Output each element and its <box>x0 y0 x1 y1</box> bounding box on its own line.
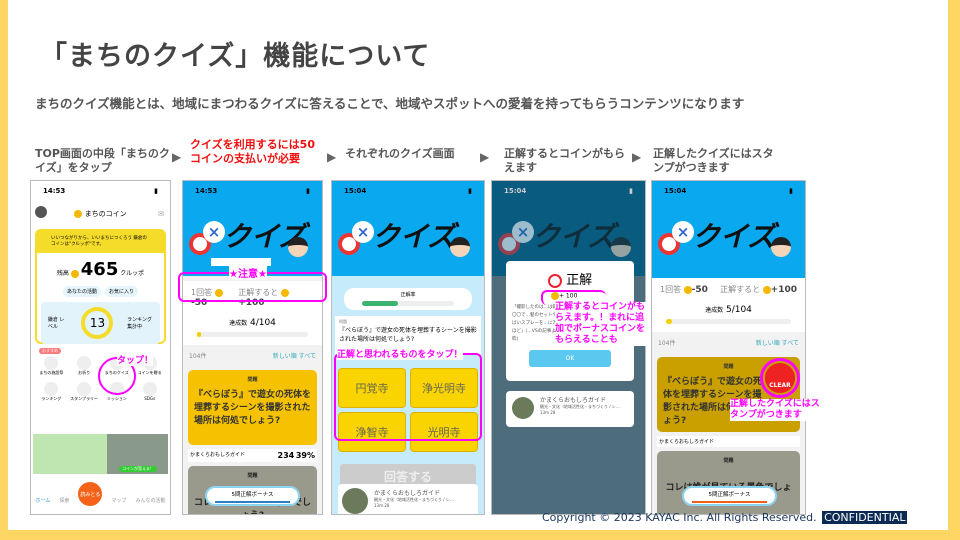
rate-card: 正解率 <box>344 288 472 310</box>
step-2-label: クイズを利用するには50コインの支払いが必要 <box>190 138 315 165</box>
banner: いいつながりから、いいまちにつくろう 鎌倉のコインは"クルッポ"です。 <box>37 231 164 253</box>
quiz-source: かまくらおもしろガイド <box>657 436 800 447</box>
battery-icon: ▮ <box>789 187 793 195</box>
guide-card[interactable]: かまくらおもしろガイド 観光・文化（地域活性化・まちづくり / レ… 13m 28 <box>506 391 634 427</box>
menu-item[interactable]: SDGs <box>133 382 166 402</box>
nav-scan[interactable]: 読みとる <box>78 482 103 506</box>
progress-bar <box>197 332 308 337</box>
unit: クルッポ <box>120 270 145 277</box>
notice-label: ★注意★ <box>229 265 267 280</box>
phone-correct-result: 15:04 ▮ × クイズ 正解 + 100 「撮影したのは…は鎌倉の〇〇で…髪のセ… <box>491 180 646 515</box>
nav-search[interactable]: 探索 <box>59 497 69 504</box>
nav-home[interactable]: ホーム <box>36 497 51 504</box>
stamp-annotation: 正解したクイズにはスタンプがつきます <box>730 399 825 421</box>
arrow-icon: ▶ <box>172 150 182 164</box>
level-value: 13 <box>81 307 114 339</box>
menu-item[interactable]: スタンプラリー <box>68 382 101 402</box>
step-4-label: 正解するとコインがもらえます <box>504 147 625 174</box>
battery-icon: ▮ <box>306 187 310 195</box>
battery-icon: ▮ <box>154 187 158 195</box>
phone-home-screen: 14:53 ▮ まちのコイン ✉ いいつながりから、いいまちにつくろう 鎌倉のコイ… <box>30 180 171 515</box>
status-time: 14:53 <box>43 187 66 195</box>
battery-icon: ▮ <box>629 187 633 195</box>
coin-badge: コインが貰える！ <box>119 466 157 472</box>
status-time: 15:04 <box>664 187 687 195</box>
menu-item[interactable]: お祈り <box>68 356 101 376</box>
avatar[interactable] <box>35 206 47 218</box>
menu-item[interactable]: ランキング <box>35 382 68 402</box>
guide-card[interactable]: かまくらおもしろガイド 観光・文化（地域活性化・まちづくり / レ… 13m 28 <box>338 484 478 514</box>
result-label: 正解 <box>566 273 593 288</box>
quiz-source: かまくらおもしろガイド <box>190 452 246 458</box>
copyright: Copyright © 2023 KAYAC Inc. All Rights R… <box>542 511 817 524</box>
balance-value: 465 <box>80 259 119 280</box>
bonus-progress: 5問正解ボーナス <box>205 486 300 506</box>
mail-icon[interactable]: ✉ <box>158 210 164 218</box>
tap-annotation: タップ！ <box>117 353 154 366</box>
progress-count: 5/104 <box>725 305 752 315</box>
arrow-icon: ▶ <box>327 150 337 164</box>
status-time: 15:04 <box>504 187 527 195</box>
page-subtitle: まちのクイズ機能とは、地域にまつわるクイズに答えることで、地域やスポットへの愛着… <box>35 96 745 111</box>
status-time: 15:04 <box>344 187 367 195</box>
filter-button[interactable]: すべて <box>299 353 316 360</box>
ranking-link[interactable]: ランキング 集計中 <box>127 316 153 330</box>
phone-quiz-list-stamped: 15:04 ▮ × クイズ 1回答 -50 正解すると +100 達成数 5/104 … <box>651 180 806 515</box>
menu-item[interactable]: まちの施設祭 <box>35 356 68 376</box>
question-text: 『べらぼう』で遊女の死体を埋葬するシーンを撮影された場所は何処でしょう? <box>339 327 477 343</box>
status-time: 14:53 <box>195 187 218 195</box>
level-label: 鎌倉 レベル <box>47 317 65 330</box>
answers-annotation: 正解と思われるものをタップ！ <box>337 347 463 360</box>
coin-icon <box>70 269 79 278</box>
sort-button[interactable]: 新しい順 <box>273 353 297 360</box>
cost-value: -50 <box>691 285 708 295</box>
step-5-label: 正解したクイズにはスタンプがつきます <box>653 147 774 174</box>
confidential-badge: CONFIDENTIAL <box>822 511 908 524</box>
app-name: まちのコイン <box>84 210 127 218</box>
bonus-progress: 5問正解ボーナス <box>682 486 777 506</box>
quiz-logo: × クイズ <box>652 203 805 278</box>
count: 104件 <box>189 353 207 360</box>
progress-bar <box>666 319 791 324</box>
progress-count: 4/104 <box>249 318 276 328</box>
coin-icon <box>74 210 83 218</box>
correct-circle-icon <box>547 273 562 288</box>
recommend-badge: おすすめ <box>39 348 61 354</box>
battery-icon: ▮ <box>468 187 472 195</box>
quiz-logo: × クイズ <box>332 203 484 278</box>
highlight-box <box>334 353 482 441</box>
balance-label: 残高 <box>56 270 69 277</box>
ok-button[interactable]: OK <box>529 350 611 367</box>
page-title: 「まちのクイズ」機能について <box>40 41 431 72</box>
reward-value: +100 <box>770 285 797 295</box>
sort-button[interactable]: 新しい順 <box>756 340 780 347</box>
step-3-label: それぞれのクイズ画面 <box>345 147 455 160</box>
quiz-card[interactable]: 問題 『べらぼう』で遊女の死体を埋葬するシーンを撮影された場所は何処でしょう? <box>188 370 317 445</box>
phone-quiz-list: 14:53 ▮ × クイズ 1回答 -50 正解すると +100 達成数 4/104 … <box>182 180 323 515</box>
favorites-button[interactable]: お気に入り <box>105 286 139 297</box>
activity-button[interactable]: あなたの活動 <box>62 286 101 297</box>
step-1-label: TOP画面の中段「まちのクイズ」をタップ <box>35 147 170 174</box>
clear-stamp-icon: CLEAR <box>760 358 800 398</box>
nav-map[interactable]: マップ <box>111 497 126 504</box>
count: 104件 <box>658 340 676 347</box>
footer: Copyright © 2023 KAYAC Inc. All Rights R… <box>540 511 908 524</box>
nav-activity[interactable]: みんなの活動 <box>135 497 165 504</box>
filter-button[interactable]: すべて <box>782 340 799 347</box>
arrow-icon: ▶ <box>480 150 490 164</box>
arrow-icon: ▶ <box>632 150 642 164</box>
coin-annotation: 正解するとコインがもらえます。！まれに追加でボーナスコインをもらえることも <box>555 302 649 346</box>
